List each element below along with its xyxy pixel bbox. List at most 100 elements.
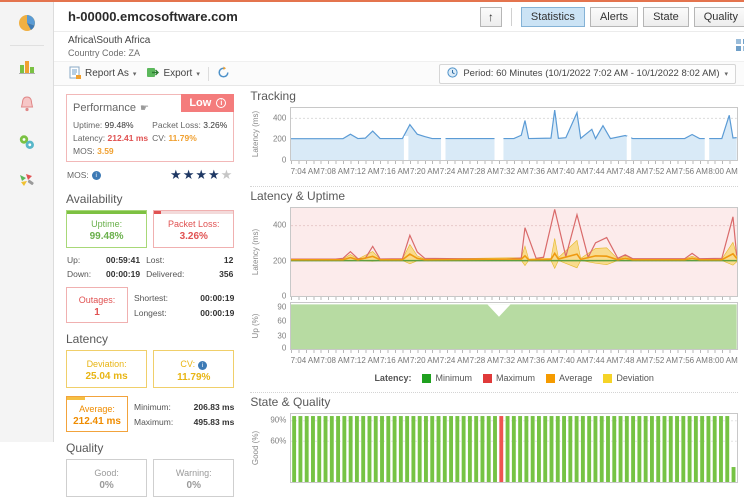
uptime-value: 99.48%	[104, 120, 134, 130]
chevron-down-icon: ▾	[196, 70, 200, 78]
x-tick-label: 7:20 AM	[409, 167, 440, 176]
legend-item: Average	[545, 373, 592, 383]
x-tick-label: 8:00 AM	[708, 356, 738, 365]
tracking-x-axis: 7:04 AM 7:08 AM 7:12 AM 7:16 AM 7:20 AM 7:24 …	[290, 167, 738, 179]
tab-alerts[interactable]: Alerts	[589, 6, 639, 27]
sidebar-item-status[interactable]	[12, 128, 42, 158]
performance-panel: Performance ☛ Low i Uptime: 99.48% Packet…	[66, 94, 235, 162]
packet-loss-box: Packet Loss: 3.26%	[153, 210, 235, 248]
report-as-button[interactable]: Report As ▾	[64, 64, 141, 84]
outages-row: Outages: 1 Shortest: 00:00:19 Longest: 00:…	[66, 287, 234, 323]
toolbar-divider	[207, 66, 209, 81]
sidebar-divider	[9, 45, 44, 46]
latency-header: Latency	[66, 332, 109, 346]
x-tick-label: 7:04 AM	[290, 167, 320, 176]
average-row: Average: 212.41 ms Minimum: 206.83 ms Max…	[66, 396, 234, 432]
legend-swatch	[422, 373, 432, 383]
x-tick-label: 8:00 AM	[708, 167, 738, 176]
stats-panel: Performance ☛ Low i Uptime: 99.48% Packet…	[54, 86, 242, 497]
state-quality-y-axis: Good (%) 90% 60%	[251, 415, 287, 466]
info-icon: i	[198, 360, 208, 370]
latency-uptime-section: Latency & Uptime Latency (ms) 400 200 0 …	[250, 186, 738, 385]
tracking-y-axis: Latency (ms) 400 200 0	[251, 110, 287, 165]
content-column: h-00000.emcosoftware.com ↑ Statistics Al…	[54, 2, 744, 497]
legend-item: Minimum	[422, 373, 472, 383]
left-icon-sidebar	[0, 2, 54, 442]
x-tick-label: 7:56 AM	[678, 167, 708, 176]
export-button[interactable]: Export ▾	[141, 64, 204, 84]
app-window: h-00000.emcosoftware.com ↑ Statistics Al…	[0, 2, 744, 497]
toolbar: Report As ▾ Export ▾ Period: 60 Minutes …	[54, 62, 744, 86]
quality-header: Quality	[66, 441, 104, 455]
refresh-button[interactable]	[212, 64, 235, 84]
x-tick-label: 7:16 AM	[380, 167, 410, 176]
performance-low-badge[interactable]: Low i	[181, 94, 235, 112]
outage-durations: Shortest: 00:00:19 Longest: 00:00:19	[134, 292, 235, 318]
legend-swatch	[603, 373, 613, 383]
x-tick-label: 7:28 AM	[469, 167, 499, 176]
main-area: Performance ☛ Low i Uptime: 99.48% Packet…	[54, 86, 744, 497]
sidebar-item-charts[interactable]	[12, 52, 42, 82]
state-quality-chart[interactable]	[290, 413, 738, 483]
tab-state[interactable]: State	[643, 6, 689, 27]
x-tick-label: 7:56 AM	[678, 356, 708, 365]
pie-chart-icon	[17, 13, 37, 36]
latency-value: 212.41 ms	[107, 133, 149, 143]
period-selector[interactable]: Period: 60 Minutes (10/1/2022 7:02 AM - …	[439, 63, 736, 84]
view-buttons: ↑ Statistics Alerts State Quality	[479, 6, 744, 27]
availability-boxes: Uptime: 99.48% Packet Loss: 3.26%	[66, 210, 235, 248]
x-tick-label: 7:40 AM	[559, 356, 589, 365]
sidebar-item-tools[interactable]	[12, 166, 42, 196]
x-tick-label: 7:04 AM	[290, 356, 320, 365]
uptime-box: Uptime: 99.48%	[66, 210, 148, 248]
uptime-strip	[67, 211, 147, 214]
average-box: Average: 212.41 ms	[66, 396, 128, 432]
status-circles-icon	[17, 132, 37, 155]
mos-rating-row: MOS: i ★★★★★	[67, 167, 234, 182]
collapse-up-button[interactable]: ↑	[479, 6, 502, 27]
warning-box: Warning: 0%	[153, 459, 235, 497]
button-divider	[510, 7, 512, 26]
legend-item: Maximum	[482, 373, 535, 383]
x-tick-label: 7:52 AM	[648, 356, 679, 365]
up-percent-y-axis: Up (%) 90 60 30 0	[251, 302, 287, 353]
info-icon: i	[216, 98, 227, 108]
packet-loss-value: 3.26%	[203, 120, 228, 130]
x-tick-label: 7:08 AM	[320, 356, 350, 365]
tab-quality[interactable]: Quality	[693, 6, 744, 27]
section-title-tracking: Tracking	[250, 89, 296, 103]
export-icon	[146, 66, 160, 82]
x-tick-label: 7:36 AM	[529, 356, 559, 365]
period-label: Period: 60 Minutes (10/1/2022 7:02 AM - …	[463, 68, 720, 79]
section-title-latency-uptime: Latency & Uptime	[250, 189, 346, 203]
mos-stars: ★★★★★	[170, 167, 234, 182]
latency-legend: Latency: Minimum Maximum Average Deviation	[374, 373, 654, 383]
sidebar-item-alerts[interactable]	[12, 90, 42, 120]
x-tick-label: 7:20 AM	[409, 356, 440, 365]
min-max-stats: Minimum: 206.83 ms Maximum: 495.83 ms	[134, 401, 235, 427]
latency-uptime-y-axis: Latency (ms) 400 200 0	[251, 220, 287, 301]
tracking-section: Tracking Latency (ms) 400 200 0 7:04 AM 7…	[250, 89, 738, 179]
host-subheader: Africa\South Africa Country Code: ZA	[54, 32, 744, 62]
up-percent-chart[interactable]	[290, 302, 738, 353]
panel-corner-icon[interactable]	[735, 38, 744, 55]
legend-swatch	[482, 373, 492, 383]
availability-stats: Up: 00:59:41 Lost: 12 Down: 00:00:19 Delive…	[67, 255, 234, 279]
tab-statistics[interactable]: Statistics	[520, 6, 585, 27]
alerts-bell-icon	[17, 94, 37, 117]
latency-uptime-chart[interactable]	[290, 207, 738, 300]
availability-header: Availability	[66, 192, 123, 206]
sidebar-item-statistics[interactable]	[12, 9, 42, 39]
x-tick-label: 7:48 AM	[618, 167, 649, 176]
cv-value: 11.79%	[168, 133, 197, 143]
performance-title: Performance	[73, 102, 136, 114]
chevron-down-icon: ▾	[724, 70, 728, 78]
x-tick-label: 7:36 AM	[529, 167, 559, 176]
tracking-chart[interactable]	[290, 107, 738, 164]
quality-boxes: Good: 0% Warning: 0%	[66, 459, 235, 497]
packet-loss-strip	[154, 211, 234, 214]
host-title: h-00000.emcosoftware.com	[68, 9, 238, 24]
performance-metrics: Uptime: 99.48% Packet Loss: 3.26% Latenc…	[73, 120, 228, 156]
x-tick-label: 7:28 AM	[469, 356, 499, 365]
x-tick-label: 7:08 AM	[320, 167, 350, 176]
